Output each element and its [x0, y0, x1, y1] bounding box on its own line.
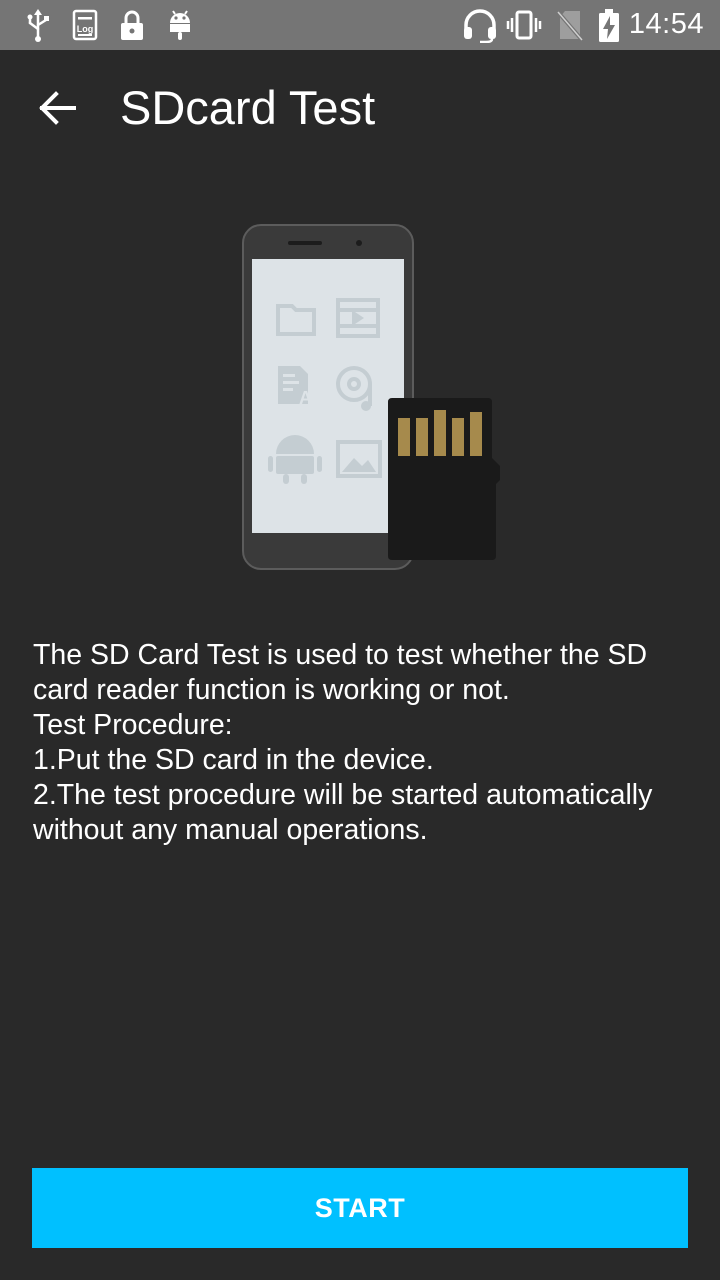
- procedure-step-2: 2.The test procedure will be started aut…: [33, 779, 653, 811]
- phone-camera: [356, 240, 362, 246]
- description-line: The SD Card Test is used to test whether…: [33, 639, 648, 671]
- battery-charging-icon: [599, 9, 619, 42]
- svg-text:A: A: [299, 388, 312, 408]
- lock-icon: [121, 10, 143, 40]
- page-title: SDcard Test: [120, 81, 376, 134]
- test-description: The SD Card Test is used to test whether…: [33, 638, 698, 848]
- phone-speaker: [288, 241, 322, 245]
- headset-icon: [464, 9, 496, 43]
- android-debug-icon: [170, 10, 190, 40]
- procedure-heading: Test Procedure:: [33, 709, 233, 741]
- vibrate-icon: [506, 10, 542, 40]
- procedure-step-1: 1.Put the SD card in the device.: [33, 744, 434, 776]
- svg-text:Log: Log: [77, 24, 94, 34]
- start-button-label: START: [314, 1192, 406, 1223]
- log-icon: Log: [72, 9, 98, 41]
- phone-screen: [252, 259, 404, 533]
- phone-with-sd-card-illustration: A: [242, 224, 500, 570]
- arrow-back-icon: [39, 91, 76, 125]
- procedure-step-2-cont: without any manual operations.: [33, 814, 428, 846]
- start-button[interactable]: START: [32, 1168, 688, 1248]
- app-bar: SDcard Test: [0, 50, 720, 166]
- clock: 14:54: [628, 8, 704, 40]
- no-sim-icon: [556, 10, 584, 41]
- status-bar: Log 14:54: [0, 0, 720, 50]
- usb-icon: [27, 9, 49, 42]
- description-line: card reader function is working or not.: [33, 674, 510, 706]
- back-button[interactable]: [30, 80, 86, 136]
